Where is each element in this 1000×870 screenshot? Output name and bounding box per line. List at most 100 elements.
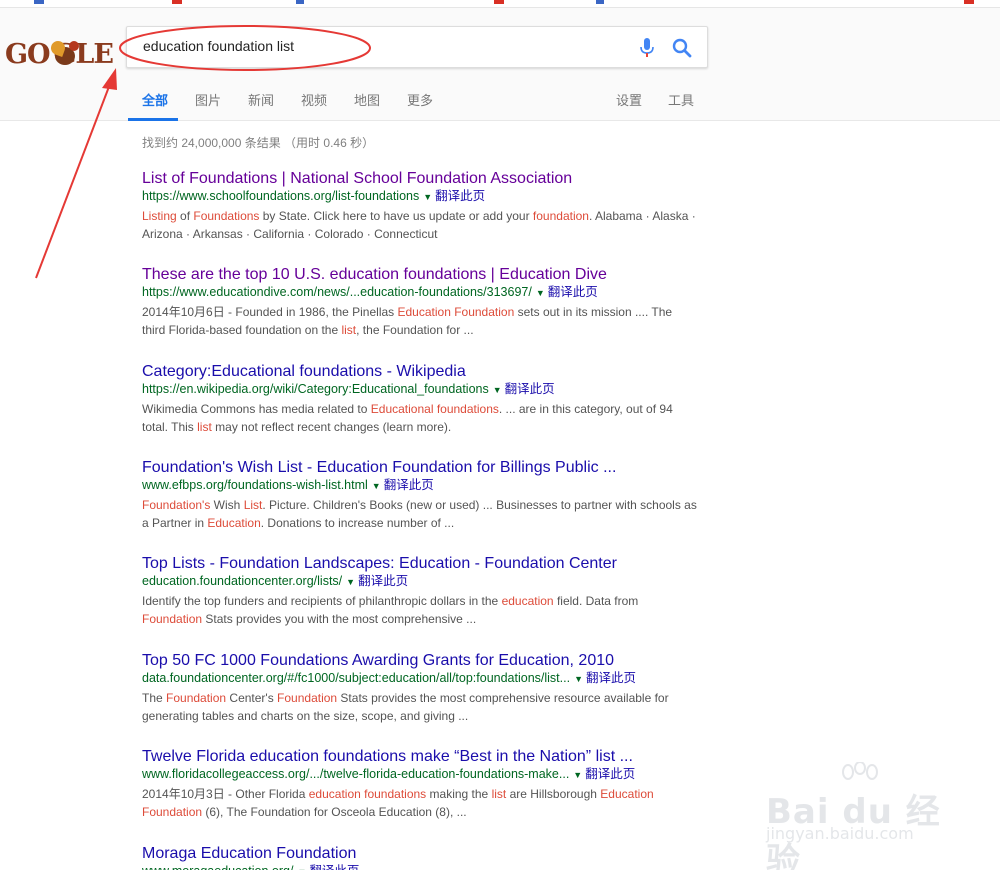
search-result: These are the top 10 U.S. education foun… bbox=[142, 266, 702, 339]
translate-page-link[interactable]: 翻译此页 bbox=[358, 574, 408, 588]
watermark-url: jingyan.baidu.com bbox=[766, 824, 914, 843]
tab-videos[interactable]: 视频 bbox=[301, 90, 327, 109]
result-url: https://www.schoolfoundations.org/list-f… bbox=[142, 188, 702, 205]
snippet-highlight: Education bbox=[207, 516, 261, 530]
snippet-highlight: foundation bbox=[532, 209, 589, 223]
search-result: Category:Educational foundations - Wikip… bbox=[142, 363, 702, 436]
translate-page-link[interactable]: 翻译此页 bbox=[548, 285, 598, 299]
snippet-text: are Hillsborough bbox=[506, 787, 601, 801]
snippet-highlight: list bbox=[197, 420, 212, 434]
active-tab-indicator bbox=[128, 118, 178, 121]
search-result: Moraga Education Foundationwww.moragaedu… bbox=[142, 845, 702, 870]
snippet-text: The bbox=[142, 691, 167, 705]
result-title-link[interactable]: These are the top 10 U.S. education foun… bbox=[142, 266, 702, 284]
snippet-highlight: education foundations bbox=[308, 787, 427, 801]
snippet-highlight: education bbox=[501, 594, 554, 608]
result-url-text: education.foundationcenter.org/lists/ bbox=[142, 574, 343, 588]
snippet-text: of bbox=[176, 209, 194, 223]
dropdown-arrow-icon[interactable]: ▼ bbox=[346, 577, 355, 587]
result-url-text: www.efbps.org/foundations-wish-list.html bbox=[142, 478, 368, 492]
tab-more[interactable]: 更多 bbox=[407, 90, 433, 109]
translate-page-link[interactable]: 翻译此页 bbox=[585, 767, 635, 781]
google-doodle-logo[interactable]: GO GLE bbox=[5, 36, 114, 72]
result-url-text: https://www.schoolfoundations.org/list-f… bbox=[142, 189, 420, 203]
result-url: www.floridacollegeaccess.org/.../twelve-… bbox=[142, 766, 702, 783]
result-url-text: https://www.educationdive.com/news/...ed… bbox=[142, 285, 532, 299]
result-url: www.moragaeducation.org/▼翻译此页 bbox=[142, 863, 702, 870]
snippet-text: by State. Click here to have us update o… bbox=[259, 209, 533, 223]
dropdown-arrow-icon[interactable]: ▼ bbox=[573, 770, 582, 780]
snippet-text: making the bbox=[426, 787, 492, 801]
search-result: Top Lists - Foundation Landscapes: Educa… bbox=[142, 555, 702, 628]
translate-page-link[interactable]: 翻译此页 bbox=[586, 671, 636, 685]
result-snippet: Foundation's Wish List. Picture. Childre… bbox=[142, 496, 697, 532]
settings-link[interactable]: 设置 bbox=[616, 90, 642, 109]
result-url: www.efbps.org/foundations-wish-list.html… bbox=[142, 477, 702, 494]
snippet-text: Identify the top funders and recipients … bbox=[142, 594, 502, 608]
translate-page-link[interactable]: 翻译此页 bbox=[384, 478, 434, 492]
browser-bookmarks-strip bbox=[0, 0, 1000, 8]
tools-link[interactable]: 工具 bbox=[668, 90, 694, 109]
result-url: https://www.educationdive.com/news/...ed… bbox=[142, 284, 702, 301]
snippet-text: (6), The Foundation for Osceola Educatio… bbox=[202, 805, 467, 819]
snippet-highlight: List bbox=[243, 498, 263, 512]
result-stats: 找到约 24,000,000 条结果 （用时 0.46 秒） bbox=[142, 136, 375, 150]
snippet-text: Stats provides you with the most compreh… bbox=[202, 612, 477, 626]
translate-page-link[interactable]: 翻译此页 bbox=[309, 864, 359, 870]
snippet-text: . Donations to increase number of ... bbox=[260, 516, 455, 530]
dropdown-arrow-icon[interactable]: ▼ bbox=[574, 674, 583, 684]
result-url-text: www.moragaeducation.org/ bbox=[142, 864, 293, 870]
snippet-highlight: list bbox=[341, 323, 357, 337]
dropdown-arrow-icon[interactable]: ▼ bbox=[536, 288, 545, 298]
result-snippet: The Foundation Center's Foundation Stats… bbox=[142, 689, 697, 725]
tab-maps[interactable]: 地图 bbox=[354, 90, 380, 109]
result-url: data.foundationcenter.org/#/fc1000/subje… bbox=[142, 670, 702, 687]
snippet-text: may not reflect recent changes (learn mo… bbox=[211, 420, 452, 434]
baidu-jingyan-watermark: Bai du 经验 jingyan.baidu.com bbox=[766, 762, 966, 870]
result-url-text: https://en.wikipedia.org/wiki/Category:E… bbox=[142, 382, 489, 396]
snippet-text: , the Foundation for ... bbox=[356, 323, 474, 337]
result-url: education.foundationcenter.org/lists/▼ 翻译… bbox=[142, 573, 702, 590]
snippet-text: Wikimedia Commons has media related to bbox=[142, 402, 371, 416]
mic-icon[interactable] bbox=[637, 37, 657, 59]
result-title-link[interactable]: Foundation's Wish List - Education Found… bbox=[142, 459, 702, 477]
tab-all[interactable]: 全部 bbox=[142, 90, 168, 109]
search-result: List of Foundations | National School Fo… bbox=[142, 170, 702, 243]
snippet-highlight: Listing bbox=[142, 209, 177, 223]
translate-page-link[interactable]: 翻译此页 bbox=[505, 382, 555, 396]
search-box[interactable]: education foundation list bbox=[126, 26, 708, 68]
snippet-text: Center's bbox=[226, 691, 278, 705]
search-result: Twelve Florida education foundations mak… bbox=[142, 748, 702, 821]
tab-news[interactable]: 新闻 bbox=[248, 90, 274, 109]
result-title-link[interactable]: Category:Educational foundations - Wikip… bbox=[142, 363, 702, 381]
result-title-link[interactable]: Moraga Education Foundation bbox=[142, 845, 702, 863]
dropdown-arrow-icon[interactable]: ▼ bbox=[372, 481, 381, 491]
snippet-highlight: Foundation bbox=[166, 691, 227, 705]
snippet-highlight: Foundation bbox=[277, 691, 338, 705]
result-title-link[interactable]: List of Foundations | National School Fo… bbox=[142, 170, 702, 188]
snippet-highlight: Foundation's bbox=[142, 498, 211, 512]
result-snippet: 2014年10月3日 - Other Florida education fou… bbox=[142, 785, 697, 821]
snippet-text: field. Data from bbox=[553, 594, 639, 608]
snippet-highlight: Foundation bbox=[142, 612, 203, 626]
search-result: Top 50 FC 1000 Foundations Awarding Gran… bbox=[142, 652, 702, 725]
search-icon[interactable] bbox=[671, 37, 693, 59]
turkey-icon bbox=[48, 39, 79, 67]
result-title-link[interactable]: Top Lists - Foundation Landscapes: Educa… bbox=[142, 555, 702, 573]
snippet-highlight: Foundations bbox=[193, 209, 260, 223]
snippet-highlight: list bbox=[491, 787, 507, 801]
search-result: Foundation's Wish List - Education Found… bbox=[142, 459, 702, 532]
translate-page-link[interactable]: 翻译此页 bbox=[435, 189, 485, 203]
result-title-link[interactable]: Top 50 FC 1000 Foundations Awarding Gran… bbox=[142, 652, 702, 670]
result-url-text: data.foundationcenter.org/#/fc1000/subje… bbox=[142, 671, 571, 685]
search-input[interactable]: education foundation list bbox=[143, 38, 294, 54]
dropdown-arrow-icon[interactable]: ▼ bbox=[493, 385, 502, 395]
tab-images[interactable]: 图片 bbox=[195, 90, 221, 109]
snippet-highlight: Educational foundations bbox=[370, 402, 499, 416]
snippet-text: 2014年10月3日 - Other Florida bbox=[142, 787, 309, 801]
result-title-link[interactable]: Twelve Florida education foundations mak… bbox=[142, 748, 702, 766]
result-url: https://en.wikipedia.org/wiki/Category:E… bbox=[142, 381, 702, 398]
dropdown-arrow-icon[interactable]: ▼ bbox=[423, 192, 432, 202]
result-snippet: 2014年10月6日 - Founded in 1986, the Pinell… bbox=[142, 303, 697, 339]
result-snippet: Identify the top funders and recipients … bbox=[142, 592, 697, 628]
